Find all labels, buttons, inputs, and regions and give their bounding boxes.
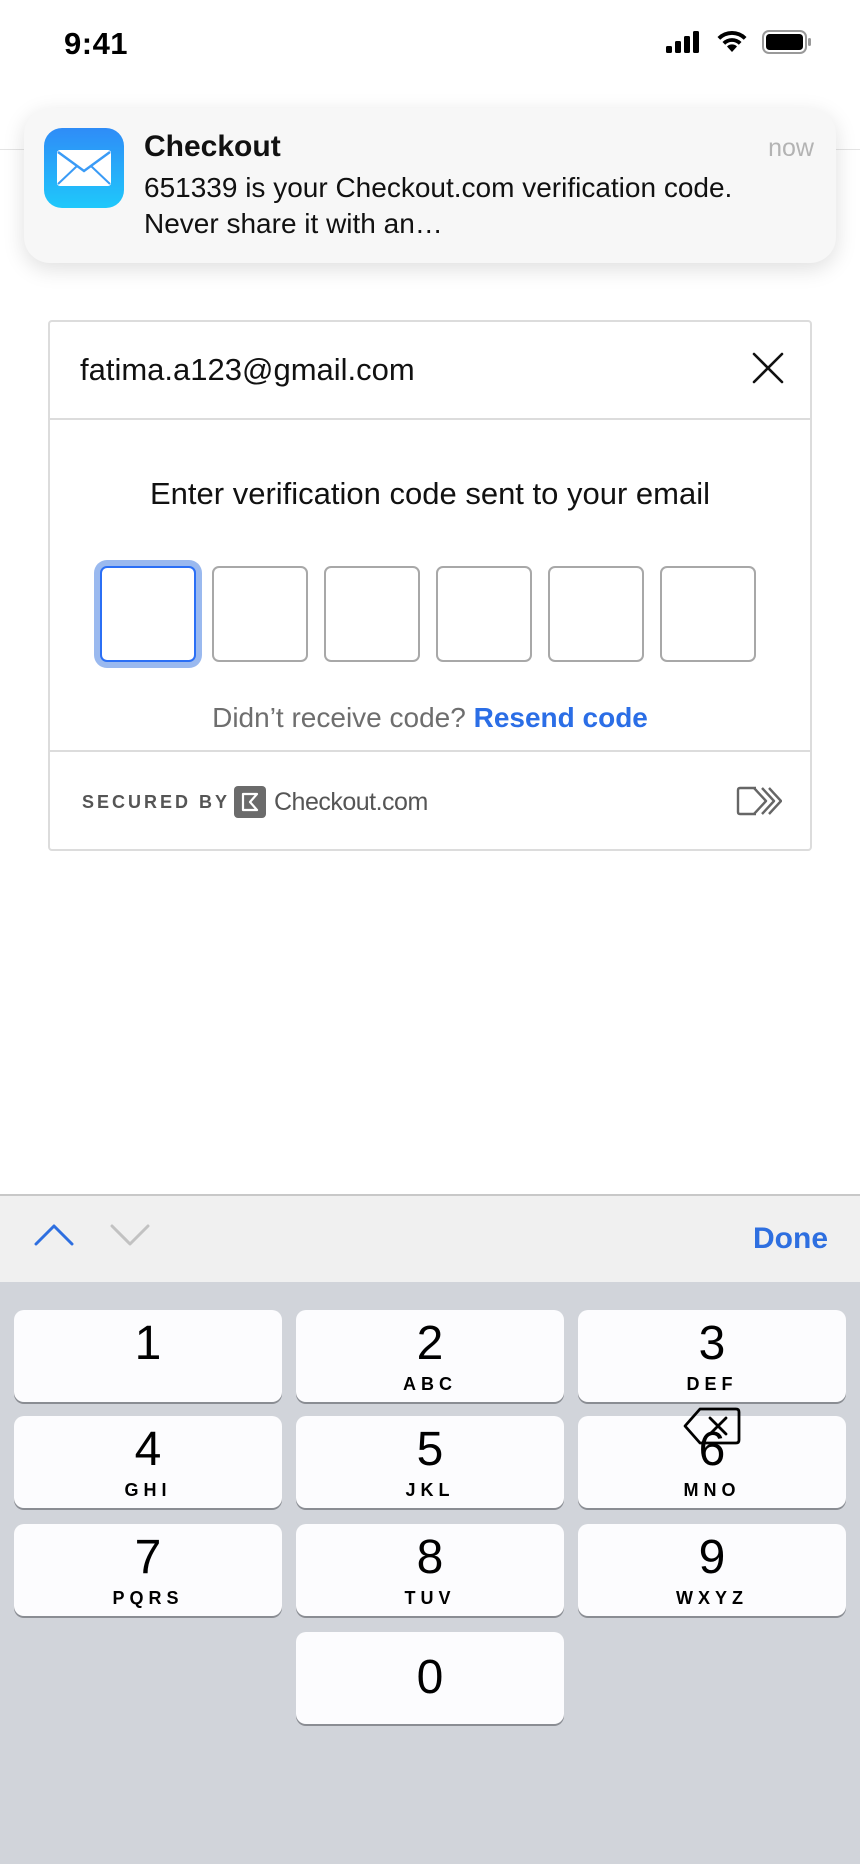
resend-prompt: Didn’t receive code? <box>212 702 466 733</box>
key-digit: 1 <box>134 1317 162 1370</box>
mail-icon <box>44 128 124 208</box>
battery-icon <box>762 30 811 54</box>
card-footer: SECURED BY Checkout.com <box>50 750 810 851</box>
backspace-icon <box>683 1407 741 1445</box>
status-time: 9:41 <box>64 26 129 61</box>
key-letters: TUV <box>404 1588 456 1608</box>
numeric-keypad: 1 2 ABC 3 DEF 4 GHI 5 JKL 6 MNO 7 PQRS 8… <box>0 1282 860 1864</box>
notification-app-name: Checkout <box>144 130 281 163</box>
key-digit: 5 <box>416 1423 444 1476</box>
key-digit: 4 <box>134 1423 162 1476</box>
code-digit-input[interactable] <box>660 566 756 662</box>
key-1[interactable]: 1 <box>14 1310 282 1402</box>
key-2[interactable]: 2 ABC <box>296 1310 564 1402</box>
key-9[interactable]: 9 WXYZ <box>578 1524 846 1616</box>
key-0[interactable]: 0 <box>296 1632 564 1724</box>
code-digit-input[interactable] <box>212 566 308 662</box>
close-button[interactable] <box>748 348 788 388</box>
checkout-logo-icon <box>234 786 266 818</box>
status-icons <box>666 30 812 54</box>
key-4[interactable]: 4 GHI <box>14 1416 282 1508</box>
card-header: fatima.a123@gmail.com <box>50 322 810 420</box>
key-8[interactable]: 8 TUV <box>296 1524 564 1616</box>
key-letters: ABC <box>403 1374 457 1394</box>
key-digit: 2 <box>416 1317 444 1370</box>
card-body: Enter verification code sent to your ema… <box>50 420 810 750</box>
key-letters: PQRS <box>112 1588 184 1608</box>
notification-time: now <box>768 134 814 162</box>
chevron-up-icon[interactable] <box>34 1222 74 1248</box>
wifi-icon <box>717 30 747 52</box>
notification-body: 651339 is your Checkout.com verification… <box>144 172 733 239</box>
sms-notification-banner[interactable]: Checkout now 651339 is your Checkout.com… <box>24 108 836 263</box>
verification-card: fatima.a123@gmail.com Enter verification… <box>48 320 812 851</box>
key-letters: JKL <box>405 1480 455 1500</box>
key-letters: GHI <box>124 1480 172 1500</box>
code-digit-input[interactable] <box>100 566 196 662</box>
key-digit: 3 <box>698 1317 726 1370</box>
signal-icon <box>666 31 699 53</box>
verification-title: Enter verification code sent to your ema… <box>150 476 710 511</box>
key-digit: 7 <box>134 1531 162 1584</box>
key-letters: MNO <box>683 1480 741 1500</box>
code-digit-input[interactable] <box>548 566 644 662</box>
key-digit: 9 <box>698 1531 726 1584</box>
keyboard-accessory-bar: Done <box>0 1194 860 1282</box>
checkout-mark-icon <box>736 786 782 816</box>
close-icon <box>752 352 784 384</box>
status-bar: 9:41 <box>0 0 860 92</box>
key-digit: 8 <box>416 1531 444 1584</box>
backspace-key[interactable] <box>578 1380 846 1472</box>
provider-name: Checkout.com <box>274 788 428 816</box>
resend-code-link[interactable]: Resend code <box>474 702 648 733</box>
home-indicator-area <box>0 1790 860 1864</box>
key-5[interactable]: 5 JKL <box>296 1416 564 1508</box>
code-digit-input[interactable] <box>324 566 420 662</box>
chevron-down-icon[interactable] <box>110 1222 150 1248</box>
secured-by-label: SECURED BY <box>82 792 231 812</box>
email-address: fatima.a123@gmail.com <box>80 352 415 387</box>
code-digit-input[interactable] <box>436 566 532 662</box>
key-digit: 0 <box>416 1651 444 1704</box>
done-button[interactable]: Done <box>753 1222 828 1256</box>
key-7[interactable]: 7 PQRS <box>14 1524 282 1616</box>
code-input-row <box>100 566 756 662</box>
key-letters: WXYZ <box>676 1588 748 1608</box>
resend-row: Didn’t receive code? Resend code <box>50 702 810 734</box>
